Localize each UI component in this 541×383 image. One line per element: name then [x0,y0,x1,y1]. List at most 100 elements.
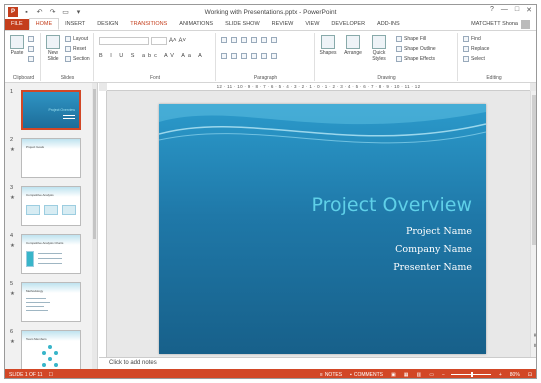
line-spacing-icon[interactable] [261,37,267,43]
thumbnail-block [26,251,34,267]
thumbnail-dot [42,351,46,355]
slide-thumbnail-3[interactable]: 3 ★ Competitive Analysis [9,185,93,227]
start-slideshow-icon[interactable]: ▭ [61,8,70,17]
align-right-icon[interactable] [241,53,247,59]
thumbnail-scroll-thumb[interactable] [93,89,96,239]
justify-icon[interactable] [251,53,257,59]
redo-icon[interactable]: ↷ [48,8,57,17]
columns-icon[interactable] [261,53,267,59]
slide-title[interactable]: Project Overview [312,194,473,216]
shape-outline-button[interactable]: Shape Outline [396,46,436,52]
align-text-icon[interactable] [271,53,277,59]
shapes-button[interactable]: Shapes [318,35,338,56]
tab-file[interactable]: FILE [5,19,29,30]
zoom-slider-knob[interactable] [470,372,473,377]
thumbnail-number: 4 [10,233,14,239]
shape-effects-button[interactable]: Shape Effects [396,56,435,62]
user-account[interactable]: MATCHETT Shona [471,19,536,30]
new-slide-icon [46,35,60,49]
find-button[interactable]: Find [463,36,481,42]
slide-show-icon[interactable]: ▭ [429,372,434,378]
layout-button[interactable]: Layout [65,36,88,42]
paste-button[interactable]: Paste [9,35,25,56]
current-slide[interactable]: Project Overview Project Name Company Na… [159,104,486,354]
transition-star-icon: ★ [10,147,15,153]
new-slide-button[interactable]: New Slide [44,35,62,62]
spell-check-icon[interactable]: ☐ [49,372,53,378]
maximize-button[interactable]: □ [515,6,519,14]
thumbnail-title: Project Goals [26,145,45,149]
notes-pane[interactable]: Click to add notes [99,357,536,369]
text-direction-icon[interactable] [271,37,277,43]
minimize-button[interactable]: — [501,6,508,14]
shape-fill-button[interactable]: Shape Fill [396,36,426,42]
thumbnail-preview: Competitive Analysis Charts [21,234,81,274]
tab-home[interactable]: HOME [28,18,60,30]
paste-label: Paste [10,50,24,56]
thumbnail-scrollbar[interactable] [92,83,97,369]
tab-developer[interactable]: DEVELOPER [325,19,371,30]
reading-view-icon[interactable]: ▥ [416,372,421,378]
slide-thumbnail-5[interactable]: 5 ★ Methodology [9,281,93,323]
fit-slide-icon[interactable]: ⊡ [528,372,532,378]
zoom-out-icon[interactable]: − [442,372,445,378]
copy-button[interactable] [28,46,34,52]
align-left-icon[interactable] [221,53,227,59]
undo-icon[interactable]: ↶ [35,8,44,17]
editor-scrollbar[interactable]: ⇞ ⇟ [530,91,536,357]
close-button[interactable]: ✕ [526,6,532,14]
qat-customize-icon[interactable]: ▾ [74,8,83,17]
arrange-button[interactable]: Arrange [342,35,364,56]
bullets-icon[interactable] [221,37,227,43]
font-format-row[interactable]: B I U S abc AV Aa A [99,53,205,59]
slide-subtitle-project[interactable]: Project Name [406,226,472,237]
paragraph-group-label: Paragraph [253,75,278,81]
zoom-in-icon[interactable]: + [499,372,502,378]
thumbnail-text-line [38,263,62,264]
numbering-icon[interactable] [231,37,237,43]
tab-slide-show[interactable]: SLIDE SHOW [219,19,266,30]
slide-thumbnail-1[interactable]: 1 Project Overview [9,89,93,131]
align-center-icon[interactable] [231,53,237,59]
editor-scroll-thumb[interactable] [532,95,536,245]
font-size-select[interactable] [151,37,167,45]
tab-add-ins[interactable]: ADD-INS [371,19,406,30]
tab-insert[interactable]: INSERT [59,19,91,30]
reset-button[interactable]: Reset [65,46,86,52]
shrink-font-icon[interactable]: A˅ [179,38,187,44]
section-button[interactable]: Section [65,56,90,62]
quick-styles-button[interactable]: Quick Styles [368,35,390,62]
cut-button[interactable] [28,36,34,42]
tab-view[interactable]: VIEW [299,19,325,30]
font-family-select[interactable] [99,37,149,45]
select-button[interactable]: Select [463,56,485,62]
thumbnail-text-line [26,298,46,299]
tab-animations[interactable]: ANIMATIONS [173,19,219,30]
grow-font-icon[interactable]: A˄ [169,38,177,44]
zoom-level[interactable]: 80% [510,372,520,378]
slide-subtitle-presenter[interactable]: Presenter Name [393,262,472,273]
powerpoint-logo-icon: P [8,7,18,17]
help-button[interactable]: ? [490,6,494,14]
tab-design[interactable]: DESIGN [91,19,124,30]
normal-view-icon[interactable]: ▣ [391,372,396,378]
previous-slide-icon[interactable]: ⇞ [531,333,536,339]
zoom-slider[interactable] [450,372,491,377]
tab-transitions[interactable]: TRANSITIONS [124,19,173,30]
save-icon[interactable]: ▪ [22,8,31,17]
increase-indent-icon[interactable] [251,37,257,43]
slide-thumbnail-2[interactable]: 2 ★ Project Goals [9,137,93,179]
format-painter-button[interactable] [28,56,34,62]
decrease-indent-icon[interactable] [241,37,247,43]
tab-review[interactable]: REVIEW [266,19,300,30]
comments-button[interactable]: ▪ COMMENTS [350,372,383,378]
slide-thumbnail-6[interactable]: 6 ★ Team Members [9,329,93,369]
replace-button[interactable]: Replace [463,46,489,52]
slide-thumbnail-4[interactable]: 4 ★ Competitive Analysis Charts [9,233,93,275]
drawing-group: Shapes Arrange Quick Styles Shape Fill S… [316,33,458,81]
notes-button[interactable]: ≡ NOTES [320,372,342,378]
slide-sorter-icon[interactable]: ▦ [404,372,409,378]
next-slide-icon[interactable]: ⇟ [531,343,536,349]
slide-subtitle-company[interactable]: Company Name [395,244,472,255]
font-group-label: Font [149,75,160,81]
